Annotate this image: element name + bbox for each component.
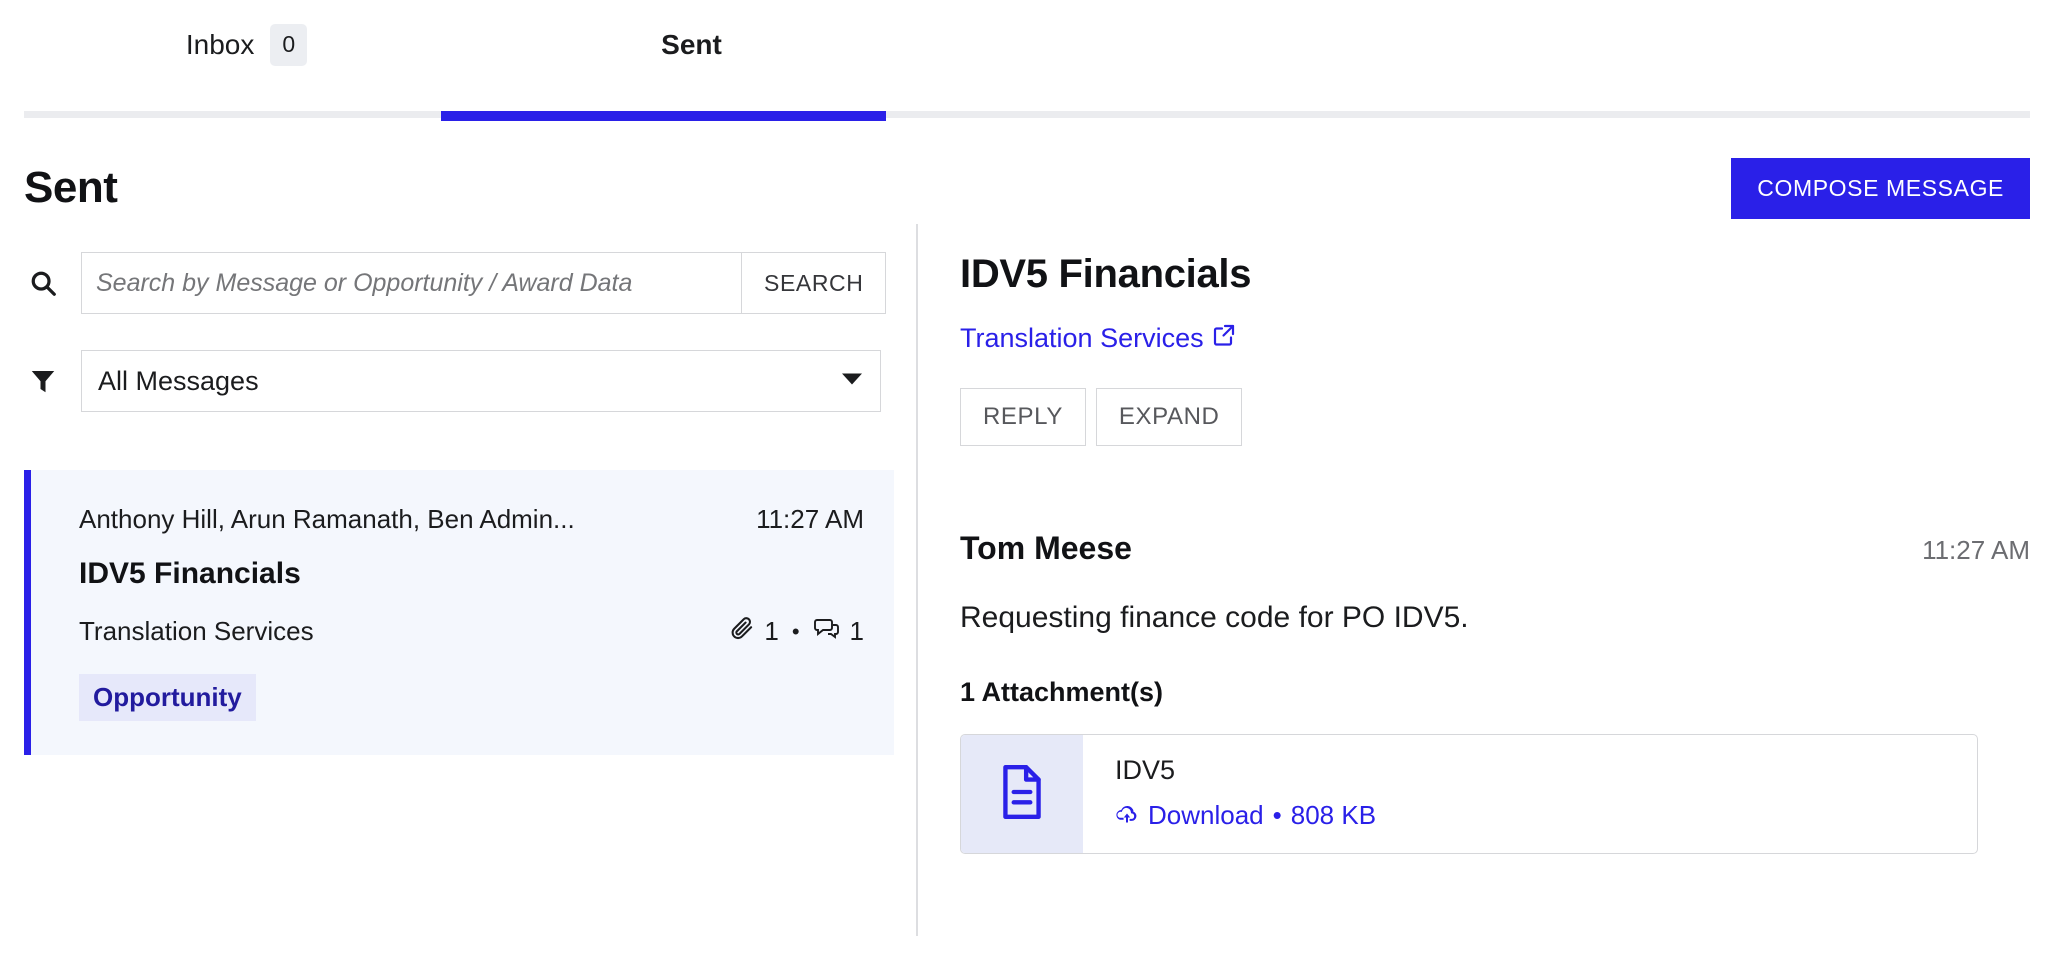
attachment-download-link[interactable]: Download • 808 KB bbox=[1115, 800, 1376, 831]
tab-bar: Inbox 0 Sent bbox=[0, 0, 2054, 128]
tab-inbox-badge: 0 bbox=[270, 24, 308, 66]
tab-list: Inbox 0 Sent bbox=[0, 0, 2054, 118]
tab-inbox[interactable]: Inbox 0 bbox=[24, 0, 469, 118]
filter-icon bbox=[24, 366, 62, 396]
tab-inbox-label: Inbox bbox=[185, 29, 255, 60]
message-sent-time: 11:27 AM bbox=[1922, 535, 2030, 565]
message-list-item-body: Anthony Hill, Arun Ramanath, Ben Admin..… bbox=[31, 470, 894, 755]
thread-detail-pane: IDV5 Financials Translation Services REP… bbox=[918, 224, 2054, 936]
thread-message: Tom Meese 11:27 AM Requesting finance co… bbox=[960, 530, 2030, 854]
tab-active-indicator bbox=[441, 111, 886, 121]
expand-button[interactable]: EXPAND bbox=[1095, 388, 1243, 446]
attachment-count: 1 bbox=[764, 616, 779, 646]
tab-sent[interactable]: Sent bbox=[469, 0, 914, 118]
count-separator: • bbox=[791, 618, 800, 644]
comments-icon bbox=[813, 616, 841, 647]
message-filter-value: All Messages bbox=[98, 365, 259, 396]
attachment-card[interactable]: IDV5 Download • 808 KB bbox=[960, 734, 1978, 854]
tab-track bbox=[24, 111, 2030, 118]
paperclip-icon bbox=[729, 615, 755, 648]
message-sender-name: Tom Meese bbox=[960, 530, 1132, 566]
message-selected-accent bbox=[24, 470, 31, 755]
attachment-info: IDV5 Download • 808 KB bbox=[1083, 735, 1376, 853]
thread-actions: REPLY EXPAND bbox=[960, 388, 2030, 446]
comment-count-group: 1 bbox=[813, 616, 864, 647]
attachments-heading: 1 Attachment(s) bbox=[960, 677, 1164, 707]
message-time: 11:27 AM bbox=[756, 504, 864, 534]
message-list-item[interactable]: Anthony Hill, Arun Ramanath, Ben Admin..… bbox=[24, 470, 894, 755]
cloud-download-icon bbox=[1115, 800, 1139, 831]
thread-message-head: Tom Meese 11:27 AM bbox=[960, 530, 2030, 567]
attachment-download-label: Download bbox=[1148, 800, 1264, 830]
attachment-separator: • bbox=[1272, 800, 1282, 830]
message-list-item-top: Anthony Hill, Arun Ramanath, Ben Admin..… bbox=[79, 504, 864, 535]
status-badge: Opportunity bbox=[79, 674, 256, 721]
search-icon bbox=[24, 268, 62, 298]
page-title: Sent bbox=[24, 163, 118, 212]
message-recipients: Anthony Hill, Arun Ramanath, Ben Admin..… bbox=[79, 504, 575, 534]
page-header: Sent COMPOSE MESSAGE bbox=[0, 128, 2054, 224]
thread-context-label: Translation Services bbox=[960, 323, 1204, 353]
body-split: SEARCH All Messages bbox=[0, 224, 2054, 936]
tab-sent-label: Sent bbox=[661, 29, 722, 60]
attachment-icon-tile bbox=[961, 735, 1083, 853]
message-counts: 1 • 1 bbox=[729, 615, 864, 648]
filter-row: All Messages bbox=[24, 350, 916, 412]
message-list-pane: SEARCH All Messages bbox=[24, 224, 918, 936]
document-icon bbox=[996, 763, 1048, 826]
search-row: SEARCH bbox=[24, 252, 916, 314]
thread-title: IDV5 Financials bbox=[960, 252, 1252, 296]
message-subject: IDV5 Financials bbox=[79, 557, 301, 590]
attachment-count-group: 1 bbox=[729, 615, 779, 648]
search-input[interactable] bbox=[81, 252, 741, 314]
compose-message-button[interactable]: COMPOSE MESSAGE bbox=[1731, 157, 2030, 219]
message-body-text: Requesting finance code for PO IDV5. bbox=[960, 601, 1469, 634]
message-context: Translation Services bbox=[79, 616, 314, 646]
reply-button[interactable]: REPLY bbox=[960, 388, 1086, 446]
attachment-size: 808 KB bbox=[1290, 800, 1377, 830]
search-wrap: SEARCH bbox=[81, 252, 887, 314]
attachment-name: IDV5 bbox=[1115, 755, 1176, 785]
thread-context-link[interactable]: Translation Services bbox=[960, 323, 1236, 354]
message-filter-select-wrap: All Messages bbox=[81, 350, 881, 412]
message-list: Anthony Hill, Arun Ramanath, Ben Admin..… bbox=[24, 470, 916, 755]
external-link-icon bbox=[1212, 323, 1236, 354]
message-meta: Translation Services 1 • 1 bbox=[79, 615, 864, 648]
message-filter-select[interactable]: All Messages bbox=[81, 350, 881, 412]
search-button[interactable]: SEARCH bbox=[741, 252, 887, 314]
comment-count: 1 bbox=[849, 616, 864, 646]
